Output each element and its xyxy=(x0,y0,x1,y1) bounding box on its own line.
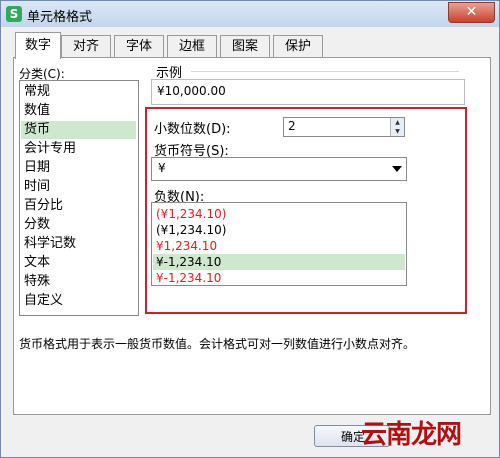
tab-protection[interactable]: 保护 xyxy=(273,35,323,58)
title-bar[interactable]: S 单元格格式 ✕ xyxy=(1,1,499,27)
format-cells-dialog: S 单元格格式 ✕ 数字 对齐 字体 边框 图案 保护 分类(C): 常规 数值… xyxy=(0,0,500,458)
category-item[interactable]: 科学记数 xyxy=(24,235,76,253)
example-value: ¥10,000.00 xyxy=(157,84,226,98)
category-item[interactable]: 分数 xyxy=(24,216,50,234)
negative-format-item[interactable]: ¥1,234.10 xyxy=(156,238,217,254)
stepper-down-icon[interactable]: ▼ xyxy=(391,127,404,136)
currency-symbol-select[interactable]: ¥ xyxy=(151,157,407,181)
category-item[interactable]: 常规 xyxy=(24,83,50,101)
decimal-places-stepper[interactable]: 2 ▲ ▼ xyxy=(283,117,405,137)
example-divider xyxy=(191,71,459,72)
tab-alignment[interactable]: 对齐 xyxy=(61,35,111,58)
category-list[interactable]: 常规 数值 货币 会计专用 日期 时间 百分比 分数 科学记数 文本 特殊 自定… xyxy=(19,80,139,316)
example-preview: ¥10,000.00 xyxy=(151,79,465,105)
close-button[interactable]: ✕ xyxy=(448,2,495,23)
tab-number[interactable]: 数字 xyxy=(15,32,61,59)
decimal-places-value[interactable]: 2 xyxy=(288,119,296,133)
currency-symbol-value: ¥ xyxy=(158,161,166,175)
category-item-selected[interactable]: 货币 xyxy=(21,121,136,139)
category-item[interactable]: 数值 xyxy=(24,102,50,120)
category-item[interactable]: 日期 xyxy=(24,159,50,177)
tab-font[interactable]: 字体 xyxy=(114,35,164,58)
category-item[interactable]: 文本 xyxy=(24,254,50,272)
negative-numbers-list[interactable]: (¥1,234.10) (¥1,234.10) ¥1,234.10 ¥-1,23… xyxy=(151,202,407,286)
negative-format-item[interactable]: (¥1,234.10) xyxy=(156,222,226,238)
negative-format-item[interactable]: (¥1,234.10) xyxy=(156,206,226,222)
window-title: 单元格格式 xyxy=(27,10,93,25)
category-item[interactable]: 会计专用 xyxy=(24,140,76,158)
category-item[interactable]: 时间 xyxy=(24,178,50,196)
category-item[interactable]: 自定义 xyxy=(24,292,63,310)
negative-format-item[interactable]: ¥-1,234.10 xyxy=(156,270,221,286)
decimal-places-label: 小数位数(D): xyxy=(154,122,231,137)
chevron-down-icon[interactable] xyxy=(392,166,402,172)
site-watermark: 云南龙网 xyxy=(361,420,462,450)
stepper-buttons: ▲ ▼ xyxy=(390,118,404,136)
negative-format-item-selected[interactable]: ¥-1,234.10 xyxy=(153,254,405,270)
wps-app-icon: S xyxy=(6,6,22,22)
tab-border[interactable]: 边框 xyxy=(167,35,217,58)
category-item[interactable]: 特殊 xyxy=(24,273,50,291)
tab-pattern[interactable]: 图案 xyxy=(220,35,270,58)
category-item[interactable]: 百分比 xyxy=(24,197,63,215)
format-description: 货币格式用于表示一般货币数值。会计格式可对一列数值进行小数点对齐。 xyxy=(19,337,416,351)
stepper-up-icon[interactable]: ▲ xyxy=(391,118,404,127)
